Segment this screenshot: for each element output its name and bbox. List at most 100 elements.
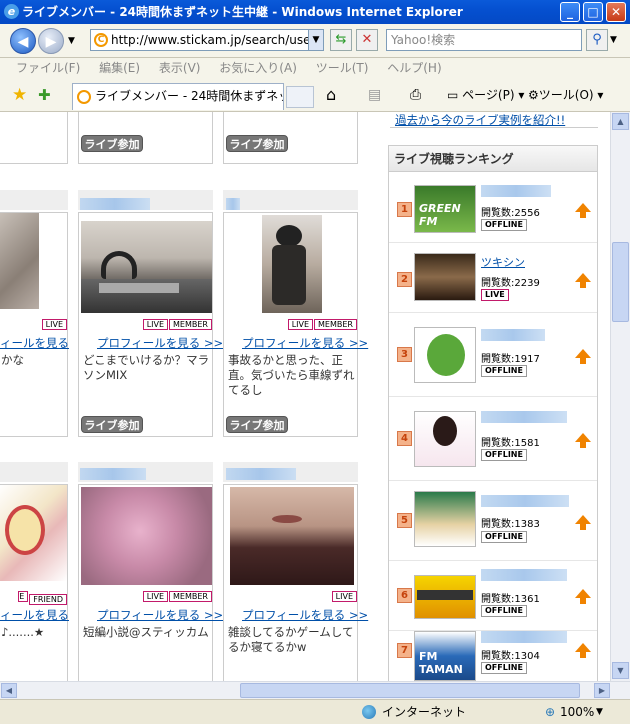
ranking-thumbnail[interactable] xyxy=(414,411,476,467)
scroll-thumb[interactable] xyxy=(612,242,629,322)
live-badge: LIVE xyxy=(142,591,169,602)
tab-bar: ★ ✚ ライブメンバー - 24時間休まずネット... ⌂ ▤ ⎙ ▭ ページ(… xyxy=(0,78,630,112)
ranking-thumbnail[interactable] xyxy=(414,491,476,547)
user-thumbnail[interactable] xyxy=(81,221,212,313)
ranking-name-blurred[interactable] xyxy=(481,185,551,197)
minimize-button[interactable]: _ xyxy=(560,2,580,22)
vertical-scrollbar[interactable]: ▲ ▼ xyxy=(610,112,630,681)
rank-up-arrow-icon xyxy=(575,643,591,658)
user-description: 雑談してるかゲームしてるか寝てるかw xyxy=(228,625,354,654)
refresh-icon[interactable]: ⇆ xyxy=(330,29,352,51)
stop-icon[interactable]: ✕ xyxy=(356,29,378,51)
live-join-button[interactable]: ライブ参加 xyxy=(81,135,143,152)
horizontal-scrollbar[interactable]: ◀ ▶ xyxy=(0,681,630,699)
zoom-level[interactable]: 100% xyxy=(560,700,594,724)
profile-link[interactable]: プロフィールを見る >> xyxy=(242,607,368,623)
user-thumbnail[interactable] xyxy=(0,213,39,309)
user-thumbnail[interactable] xyxy=(230,487,354,585)
zoom-dropdown-icon[interactable]: ▼ xyxy=(596,700,603,724)
ranking-item[interactable]: 1 GREEN FM 開覧数:2556 OFFLINE xyxy=(389,173,597,243)
rank-up-arrow-icon xyxy=(575,349,591,364)
url-dropdown-icon[interactable]: ▼ xyxy=(308,29,324,51)
ranking-item[interactable]: 4 開覧数:1581 OFFLINE xyxy=(389,397,597,481)
close-button[interactable]: ✕ xyxy=(606,2,626,22)
search-input[interactable]: Yahoo!検索 xyxy=(386,29,582,51)
profile-link[interactable]: プロフィールを見る >> xyxy=(97,335,223,351)
user-name-blurred[interactable] xyxy=(80,468,146,480)
url-field[interactable]: C http://www.stickam.jp/search/user?se xyxy=(90,29,324,51)
ranking-item[interactable]: 3 開覧数:1917 OFFLINE xyxy=(389,313,597,397)
home-icon[interactable]: ⌂ xyxy=(326,78,336,112)
menu-favorites[interactable]: お気に入り(A) xyxy=(219,61,297,75)
page-menu[interactable]: ▭ ページ(P) ▾ xyxy=(447,78,524,112)
new-tab-button[interactable] xyxy=(286,86,314,108)
apple-graphic xyxy=(5,505,45,555)
scroll-left-icon[interactable]: ◀ xyxy=(1,683,17,698)
feeds-icon[interactable]: ▤ xyxy=(368,78,381,112)
user-thumbnail[interactable] xyxy=(0,485,67,581)
member-badge: MEMBER xyxy=(314,319,357,330)
live-badge: LIVE xyxy=(142,319,169,330)
card-header-strip xyxy=(223,190,358,210)
security-zone: インターネット xyxy=(382,705,467,719)
status-bar: インターネット ⊕ 100% ▼ xyxy=(0,699,630,723)
user-name-blurred[interactable] xyxy=(226,198,240,210)
ranking-thumbnail[interactable] xyxy=(414,327,476,383)
station-logo: FM TAMAN xyxy=(419,650,463,676)
history-dropdown-icon[interactable]: ▼ xyxy=(68,36,75,46)
live-join-button[interactable]: ライブ参加 xyxy=(226,416,288,433)
card-r2c2: LIVE MEMBER プロフィールを見る >> 短編小説@スティッカム xyxy=(78,484,223,681)
scroll-right-icon[interactable]: ▶ xyxy=(594,683,610,698)
zoom-icon[interactable]: ⊕ xyxy=(545,700,555,724)
tab-label: ライブメンバー - 24時間休まずネット... xyxy=(95,89,283,103)
view-count: 開覧数:1383 xyxy=(481,519,540,530)
ranking-item[interactable]: 7 FM TAMAN 開覧数:1304 OFFLINE xyxy=(389,631,597,681)
live-join-button[interactable]: ライブ参加 xyxy=(226,135,288,152)
ranking-name[interactable]: ツキシン xyxy=(481,254,525,270)
ranking-thumbnail[interactable]: GREEN FM xyxy=(414,185,476,233)
add-favorite-icon[interactable]: ✚ xyxy=(38,86,51,104)
url-text: http://www.stickam.jp/search/user?se xyxy=(111,33,324,47)
menu-file[interactable]: ファイル(F) xyxy=(16,61,80,75)
profile-link[interactable]: プロフィールを見る >> xyxy=(0,607,69,623)
search-icon[interactable]: ⚲ xyxy=(586,29,608,51)
back-button[interactable]: ◀ xyxy=(10,28,36,54)
status-label: LIVE xyxy=(481,289,509,301)
ranking-thumbnail[interactable] xyxy=(414,253,476,301)
profile-link[interactable]: プロフィールを見る >> xyxy=(97,607,223,623)
user-name-blurred[interactable] xyxy=(226,468,296,480)
user-name-blurred[interactable] xyxy=(80,198,150,210)
user-thumbnail[interactable] xyxy=(262,215,322,313)
menu-tools[interactable]: ツール(T) xyxy=(316,61,369,75)
profile-link[interactable]: プロフィールを見る >> xyxy=(242,335,368,351)
rank-number: 4 xyxy=(397,431,412,446)
ranking-item[interactable]: 2 ツキシン 開覧数:2239 LIVE xyxy=(389,243,597,313)
scroll-up-icon[interactable]: ▲ xyxy=(612,113,629,130)
ranking-name-blurred[interactable] xyxy=(481,569,567,581)
favorites-star-icon[interactable]: ★ xyxy=(12,85,27,105)
scroll-thumb[interactable] xyxy=(240,683,580,698)
print-icon[interactable]: ⎙ xyxy=(410,78,421,112)
tools-menu[interactable]: ⚙ツール(O) ▾ xyxy=(528,78,603,112)
ranking-thumbnail[interactable] xyxy=(414,575,476,619)
ranking-name-blurred[interactable] xyxy=(481,329,545,341)
profile-link[interactable]: プロフィールを見る >> xyxy=(0,335,69,351)
menu-view[interactable]: 表示(V) xyxy=(159,61,201,75)
scroll-down-icon[interactable]: ▼ xyxy=(612,662,629,679)
forward-button[interactable]: ▶ xyxy=(38,28,64,54)
search-dropdown-icon[interactable]: ▼ xyxy=(610,35,617,45)
ranking-name-blurred[interactable] xyxy=(481,495,569,507)
ranking-item[interactable]: 6 開覧数:1361 OFFLINE xyxy=(389,561,597,631)
ranking-thumbnail[interactable]: FM TAMAN xyxy=(414,631,476,681)
ranking-name-blurred[interactable] xyxy=(481,411,567,423)
menu-help[interactable]: ヘルプ(H) xyxy=(387,61,441,75)
user-thumbnail[interactable] xyxy=(81,487,212,585)
ranking-item[interactable]: 5 開覧数:1383 OFFLINE xyxy=(389,481,597,561)
live-join-button[interactable]: ライブ参加 xyxy=(81,416,143,433)
tab-active[interactable]: ライブメンバー - 24時間休まずネット... xyxy=(72,83,284,110)
maximize-button[interactable]: □ xyxy=(583,2,603,22)
status-badges: LIVE MEMBER xyxy=(142,319,212,330)
ranking-name-blurred[interactable] xyxy=(481,631,567,643)
top-link[interactable]: 過去から今のライブ実例を紹介!! xyxy=(395,112,565,128)
menu-edit[interactable]: 編集(E) xyxy=(99,61,140,75)
